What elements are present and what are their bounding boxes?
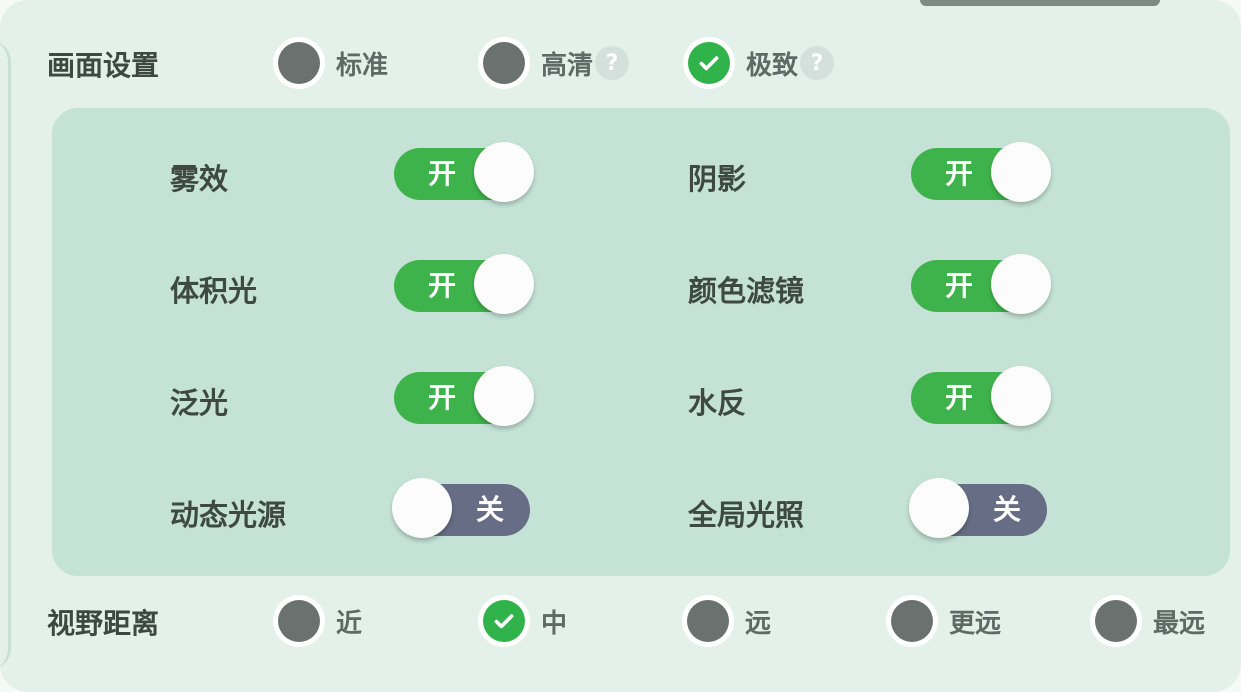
view-option-far[interactable]: 远 bbox=[687, 600, 771, 642]
radio-unselected-icon bbox=[891, 600, 933, 642]
toggle-knob bbox=[991, 142, 1051, 202]
toggle-knob bbox=[474, 366, 534, 426]
radio-unselected-icon bbox=[1095, 600, 1137, 642]
help-icon[interactable]: ? bbox=[595, 46, 630, 80]
toggle-bloom[interactable]: 开 bbox=[394, 366, 534, 426]
toggle-color-filter[interactable]: 开 bbox=[911, 254, 1051, 314]
effect-label-dynamic-light: 动态光源 bbox=[170, 498, 287, 532]
view-distance-title: 视野距离 bbox=[47, 607, 160, 640]
effect-label-color-filter: 颜色滤镜 bbox=[688, 274, 805, 308]
quality-option-label: 极致 bbox=[746, 50, 799, 81]
toggle-state-text: 开 bbox=[945, 381, 974, 414]
radio-unselected-icon bbox=[687, 600, 729, 642]
toggle-knob bbox=[474, 254, 534, 314]
effects-panel: 雾效 开 阴影 开 体积光 开 颜色滤镜 开 泛光 开 水反 开 动态光源 关 … bbox=[52, 108, 1230, 576]
quality-option-hd[interactable]: 高清 ? bbox=[483, 42, 630, 84]
effect-label-volumetric-light: 体积光 bbox=[170, 274, 258, 308]
effect-label-global-illumination: 全局光照 bbox=[688, 498, 805, 532]
view-option-label: 中 bbox=[541, 608, 568, 639]
toggle-state-text: 开 bbox=[428, 381, 457, 414]
effect-label-fog: 雾效 bbox=[170, 162, 229, 196]
view-option-farthest[interactable]: 最远 bbox=[1095, 600, 1205, 642]
toggle-state-text: 开 bbox=[945, 269, 974, 302]
toggle-fog[interactable]: 开 bbox=[394, 142, 534, 202]
view-option-near[interactable]: 近 bbox=[278, 600, 362, 642]
quality-option-standard[interactable]: 标准 bbox=[278, 42, 388, 84]
quality-title: 画面设置 bbox=[47, 49, 160, 82]
toggle-state-text: 关 bbox=[992, 493, 1021, 526]
toggle-knob bbox=[991, 366, 1051, 426]
settings-panel: 画面设置 标准 高清 ? 极致 ? 雾效 开 阴影 开 体积光 开 颜色滤镜 开… bbox=[0, 0, 1241, 692]
view-option-farther[interactable]: 更远 bbox=[891, 600, 1001, 642]
toggle-dynamic-light[interactable]: 关 bbox=[392, 478, 530, 538]
toggle-state-text: 开 bbox=[945, 157, 974, 190]
radio-selected-check-icon bbox=[483, 600, 525, 642]
view-option-label: 近 bbox=[336, 608, 363, 639]
toggle-shadow[interactable]: 开 bbox=[911, 142, 1051, 202]
toggle-knob bbox=[392, 478, 452, 538]
effect-label-water-reflection: 水反 bbox=[688, 386, 747, 420]
toggle-knob bbox=[991, 254, 1051, 314]
effect-label-shadow: 阴影 bbox=[688, 162, 747, 196]
toggle-knob bbox=[909, 478, 969, 538]
quality-option-label: 标准 bbox=[336, 50, 389, 81]
toggle-knob bbox=[474, 142, 534, 202]
quality-option-label: 高清 bbox=[541, 50, 594, 81]
radio-unselected-icon bbox=[278, 42, 320, 84]
effect-label-bloom: 泛光 bbox=[170, 386, 229, 420]
help-icon[interactable]: ? bbox=[800, 46, 835, 80]
toggle-state-text: 关 bbox=[475, 493, 504, 526]
toggle-state-text: 开 bbox=[428, 269, 457, 302]
view-option-label: 最远 bbox=[1153, 608, 1206, 639]
view-option-label: 更远 bbox=[949, 608, 1002, 639]
toggle-global-illumination[interactable]: 关 bbox=[909, 478, 1047, 538]
toggle-volumetric-light[interactable]: 开 bbox=[394, 254, 534, 314]
scroll-rail bbox=[0, 40, 11, 670]
radio-selected-check-icon bbox=[688, 42, 730, 84]
quality-option-ultra[interactable]: 极致 ? bbox=[688, 42, 835, 84]
top-header-fragment bbox=[920, 0, 1160, 6]
toggle-state-text: 开 bbox=[428, 157, 457, 190]
view-option-label: 远 bbox=[745, 608, 772, 639]
radio-unselected-icon bbox=[278, 600, 320, 642]
toggle-water-reflection[interactable]: 开 bbox=[911, 366, 1051, 426]
view-option-medium[interactable]: 中 bbox=[483, 600, 567, 642]
radio-unselected-icon bbox=[483, 42, 525, 84]
